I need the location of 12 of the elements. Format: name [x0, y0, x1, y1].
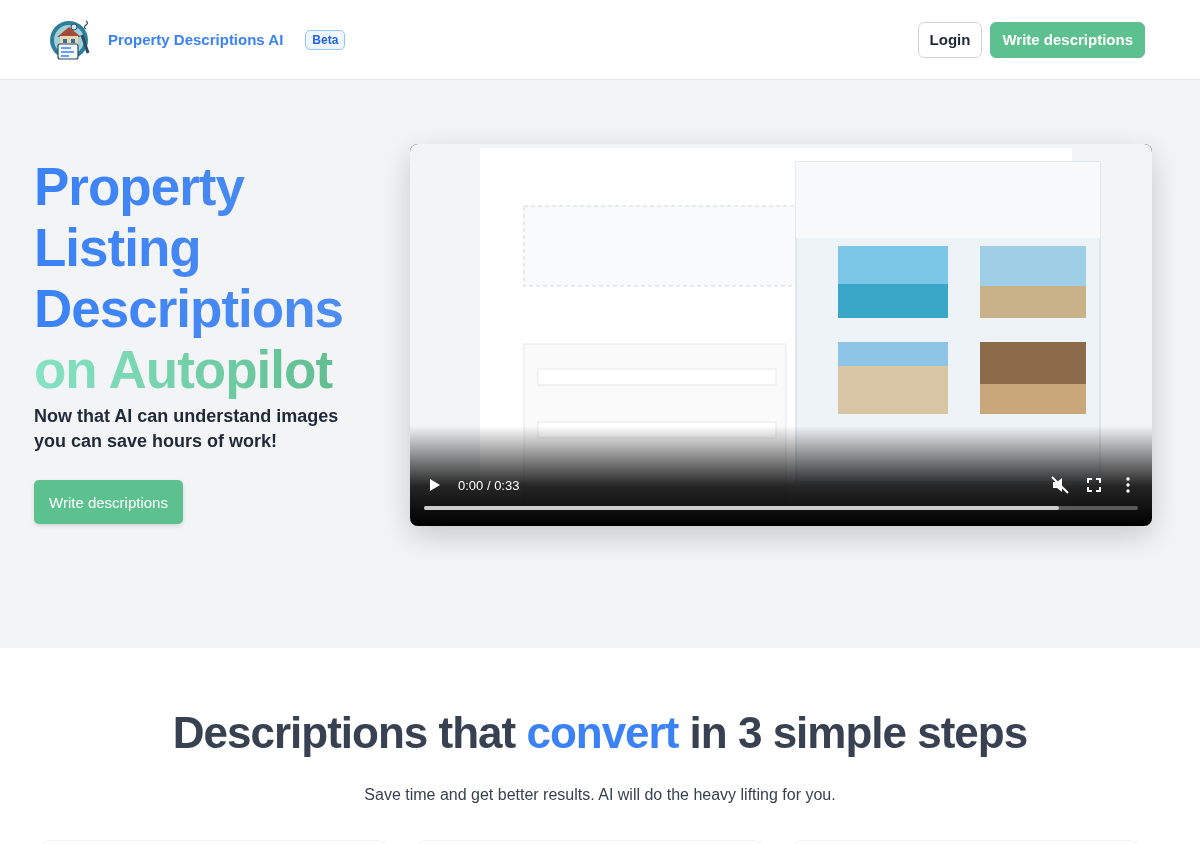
- login-button[interactable]: Login: [917, 21, 983, 58]
- fullscreen-icon[interactable]: [1084, 475, 1104, 495]
- brand-name: Property Descriptions AI: [108, 31, 284, 48]
- write-descriptions-button[interactable]: Write descriptions: [34, 480, 183, 524]
- hero-subtitle: Now that AI can understand images you can save hours of work!: [34, 405, 340, 453]
- muted-speaker-icon[interactable]: [1050, 475, 1070, 495]
- section-heading: Descriptions that convert in 3 simple steps: [171, 708, 1029, 758]
- write-descriptions-button[interactable]: Write descriptions: [990, 21, 1145, 58]
- video-progress-bar[interactable]: [424, 506, 1138, 510]
- video-time: 0:00 / 0:33: [458, 477, 520, 493]
- section-subtitle: Save time and get better results. AI will do the heavy lifting for you.: [363, 786, 837, 804]
- beta-badge: Beta: [305, 29, 346, 50]
